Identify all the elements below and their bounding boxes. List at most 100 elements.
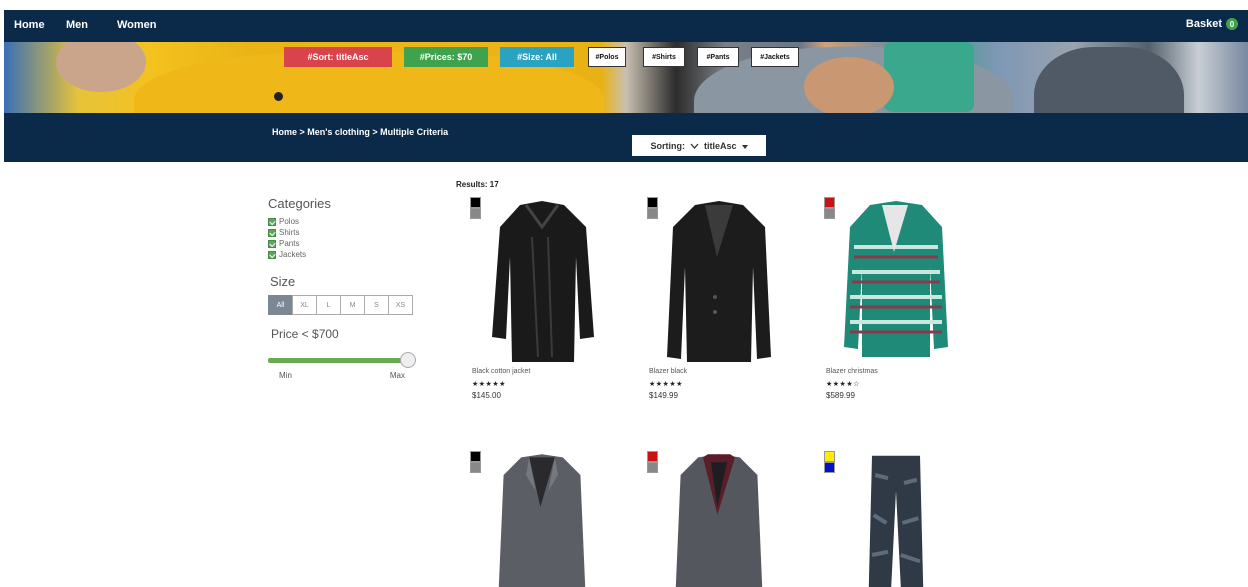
product-card[interactable] — [647, 451, 797, 587]
breadcrumb[interactable]: Home > Men's clothing > Multiple Criteri… — [272, 127, 448, 137]
product-name: Blazer black — [649, 368, 688, 375]
top-nav: Home Men Women Basket 0 — [4, 10, 1248, 42]
categories-heading: Categories — [268, 196, 331, 211]
product-image-blazer-black[interactable] — [659, 197, 779, 367]
basket-label: Basket — [1185, 18, 1222, 30]
rating-stars-icon: ★★★★★ — [472, 381, 506, 388]
filter-chip-polos[interactable]: #Polos — [588, 47, 626, 67]
color-swatch[interactable] — [824, 462, 835, 473]
color-swatches — [824, 197, 835, 219]
sorting-dropdown[interactable]: Sorting: titleAsc — [632, 135, 766, 156]
product-image-blazer-christmas[interactable] — [836, 197, 956, 367]
price-heading: Price < $700 — [271, 327, 339, 341]
category-label: Jackets — [279, 250, 307, 259]
category-label: Pants — [279, 239, 300, 248]
category-label: Shirts — [279, 228, 300, 237]
category-list: Polos Shirts Pants Jackets — [268, 216, 428, 260]
product-image-blazer-grey[interactable] — [482, 451, 602, 587]
price-slider-handle[interactable] — [399, 352, 416, 368]
product-card[interactable]: Blazer black ★★★★★ $149.99 — [647, 197, 797, 412]
product-card[interactable]: Blazer christmas ★★★★☆ $589.99 — [824, 197, 974, 412]
hero-photo-hand — [804, 57, 894, 113]
product-price: $145.00 — [472, 391, 501, 400]
filter-chip-size[interactable]: #Size: All — [500, 47, 574, 67]
product-image-pants-camo[interactable] — [836, 451, 956, 587]
hero-photo-scarf — [884, 42, 974, 112]
price-min-label: Min — [279, 371, 292, 380]
color-swatch[interactable] — [824, 208, 835, 219]
color-swatch[interactable] — [647, 208, 658, 219]
category-item-shirts[interactable]: Shirts — [268, 227, 428, 238]
price-range-labels: Min Max — [279, 371, 405, 380]
checkbox-checked-icon — [268, 239, 276, 248]
color-swatch[interactable] — [647, 462, 658, 473]
filter-chip-pants[interactable]: #Pants — [697, 47, 739, 67]
hero-photo-dark-jacket — [1034, 47, 1184, 113]
color-swatches — [647, 197, 658, 219]
sorting-value: titleAsc — [703, 140, 737, 151]
caret-down-icon — [741, 141, 748, 151]
checkbox-checked-icon — [268, 250, 276, 259]
product-card[interactable] — [470, 451, 620, 587]
size-button-l[interactable]: L — [316, 295, 341, 315]
color-swatch[interactable] — [470, 451, 481, 462]
rating-stars-icon: ★★★★★ — [649, 381, 683, 388]
size-selector: All XL L M S XS — [268, 295, 428, 315]
color-swatch[interactable] — [470, 462, 481, 473]
size-button-s[interactable]: S — [364, 295, 389, 315]
size-button-all[interactable]: All — [268, 295, 293, 315]
color-swatches — [470, 197, 481, 219]
checkbox-checked-icon — [268, 217, 276, 226]
nav-link-women[interactable]: Women — [117, 19, 157, 31]
category-item-jackets[interactable]: Jackets — [268, 249, 428, 260]
hero-photo-face — [56, 42, 146, 92]
price-slider[interactable] — [268, 352, 418, 368]
basket-button[interactable]: Basket 0 — [1186, 18, 1238, 30]
size-heading: Size — [270, 274, 296, 289]
category-item-polos[interactable]: Polos — [268, 216, 428, 227]
filter-chip-shirts[interactable]: #Shirts — [643, 47, 685, 67]
product-price: $149.99 — [649, 391, 678, 400]
filter-chip-jackets[interactable]: #Jackets — [751, 47, 799, 67]
color-swatch[interactable] — [824, 451, 835, 462]
product-price: $589.99 — [826, 391, 855, 400]
category-item-pants[interactable]: Pants — [268, 238, 428, 249]
breadcrumb-band: Home > Men's clothing > Multiple Criteri… — [4, 113, 1248, 162]
color-swatches — [824, 451, 835, 473]
color-swatch[interactable] — [647, 197, 658, 208]
color-swatches — [470, 451, 481, 473]
color-swatch[interactable] — [647, 451, 658, 462]
product-image-black-cotton-jacket[interactable] — [482, 197, 602, 367]
rating-stars-icon: ★★★★☆ — [826, 381, 860, 388]
checkbox-checked-icon — [268, 228, 276, 237]
product-name: Blazer christmas — [826, 368, 878, 375]
sorting-label: Sorting: — [650, 140, 685, 151]
color-swatch[interactable] — [470, 208, 481, 219]
color-swatch[interactable] — [470, 197, 481, 208]
filter-chip-size-label: #Size: All — [517, 52, 557, 62]
product-card[interactable]: Black cotton jacket ★★★★★ $145.00 — [470, 197, 620, 412]
price-max-label: Max — [389, 371, 405, 380]
filter-chip-sort-label: #Sort: titleAsc — [307, 52, 369, 62]
hero-photo-button — [274, 92, 283, 101]
category-label: Polos — [279, 217, 300, 226]
filter-chip-prices[interactable]: #Prices: $70 — [404, 47, 488, 67]
hero-banner: #Sort: titleAsc #Prices: $70 #Size: All … — [4, 42, 1248, 113]
chevron-down-icon — [690, 141, 699, 151]
filter-chip-sort[interactable]: #Sort: titleAsc — [284, 47, 392, 67]
size-button-m[interactable]: M — [340, 295, 365, 315]
basket-count-badge: 0 — [1226, 18, 1238, 30]
color-swatch[interactable] — [824, 197, 835, 208]
product-image-blazer-grey-burgundy[interactable] — [659, 451, 779, 587]
product-card[interactable] — [824, 451, 974, 587]
size-button-xl[interactable]: XL — [292, 295, 317, 315]
nav-link-men[interactable]: Men — [66, 19, 88, 31]
filter-chip-prices-label: #Prices: $70 — [419, 52, 473, 62]
filter-sidebar: Categories Polos Shirts Pants Jackets Si… — [268, 196, 428, 380]
product-name: Black cotton jacket — [472, 368, 531, 375]
nav-link-home[interactable]: Home — [14, 19, 45, 31]
price-slider-track[interactable] — [268, 358, 408, 363]
size-button-xs[interactable]: XS — [388, 295, 413, 315]
results-count: Results: 17 — [456, 180, 499, 189]
color-swatches — [647, 451, 658, 473]
